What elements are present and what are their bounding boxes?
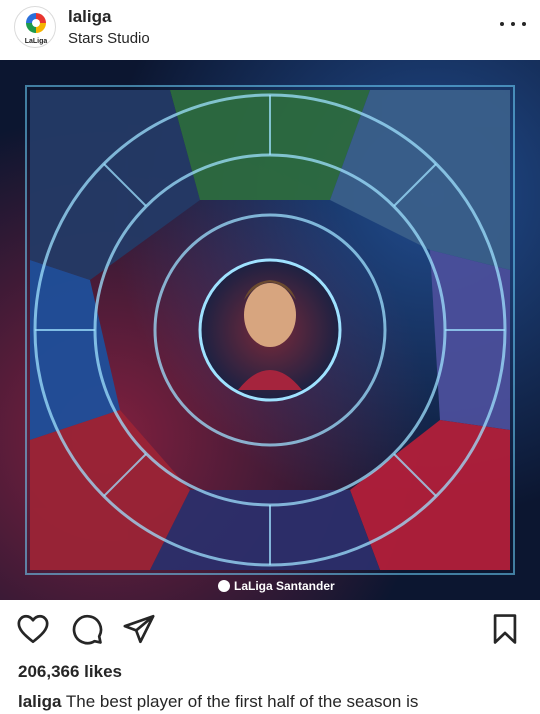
dot	[500, 22, 504, 26]
bookmark-icon[interactable]	[488, 612, 522, 646]
brand-footer: LaLiga Santander	[218, 579, 335, 593]
caption-text: The best player of the first half of the…	[65, 692, 419, 711]
likes-count[interactable]: 206,366 likes	[18, 662, 122, 682]
profile-avatar[interactable]: LaLiga	[14, 6, 56, 48]
comment-icon[interactable]	[70, 612, 104, 646]
post-header: LaLiga laliga Stars Studio	[0, 0, 540, 60]
more-options-icon[interactable]	[500, 14, 526, 34]
dot	[511, 22, 515, 26]
post-location[interactable]: Stars Studio	[68, 30, 150, 47]
post-caption: laliga The best player of the first half…	[18, 692, 528, 712]
post-image[interactable]: LaLiga Santander	[0, 60, 540, 600]
brand-footer-text: LaLiga Santander	[234, 579, 335, 593]
caption-username[interactable]: laliga	[18, 692, 61, 711]
center-player-face	[244, 283, 296, 347]
action-bar	[0, 604, 540, 656]
send-icon[interactable]	[122, 612, 156, 646]
laliga-logo-icon: LaLiga	[25, 13, 48, 45]
heart-icon[interactable]	[16, 612, 50, 646]
dot	[522, 22, 526, 26]
logo-wordmark: LaLiga	[25, 38, 48, 45]
post-username[interactable]: laliga	[68, 7, 111, 27]
collage-graphic: LaLiga Santander	[0, 60, 540, 600]
